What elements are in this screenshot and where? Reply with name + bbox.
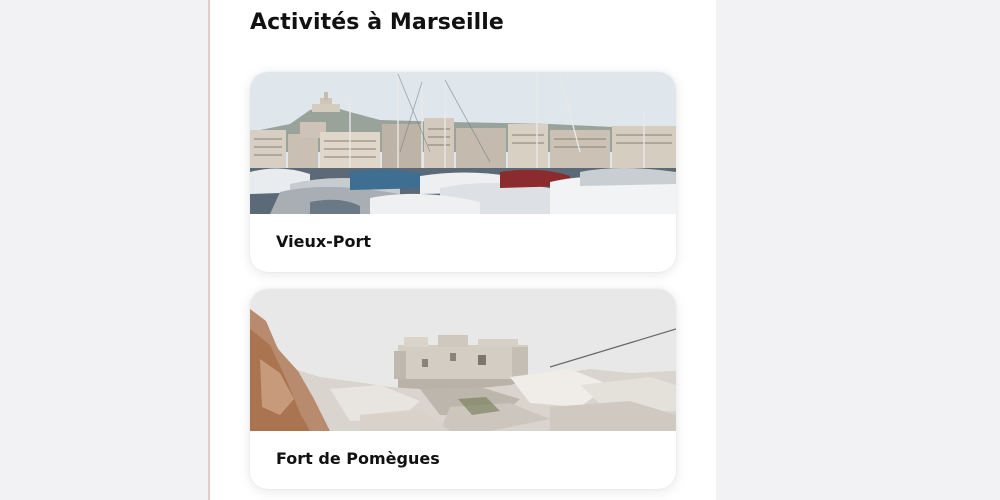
activity-title: Vieux-Port xyxy=(276,232,372,251)
app-screen: Activités à Marseille Vieux-Port Fort de… xyxy=(0,0,1000,500)
activities-panel: Activités à Marseille Vieux-Port Fort de… xyxy=(208,0,716,500)
harbor-photo-icon xyxy=(250,72,676,214)
activity-title: Fort de Pomègues xyxy=(276,449,440,468)
activity-card-vieux-port[interactable]: Vieux-Port xyxy=(250,72,676,272)
fort-photo-icon xyxy=(250,289,676,431)
page-title: Activités à Marseille xyxy=(250,10,504,35)
activity-card-fort-de-pomegues[interactable]: Fort de Pomègues xyxy=(250,289,676,489)
